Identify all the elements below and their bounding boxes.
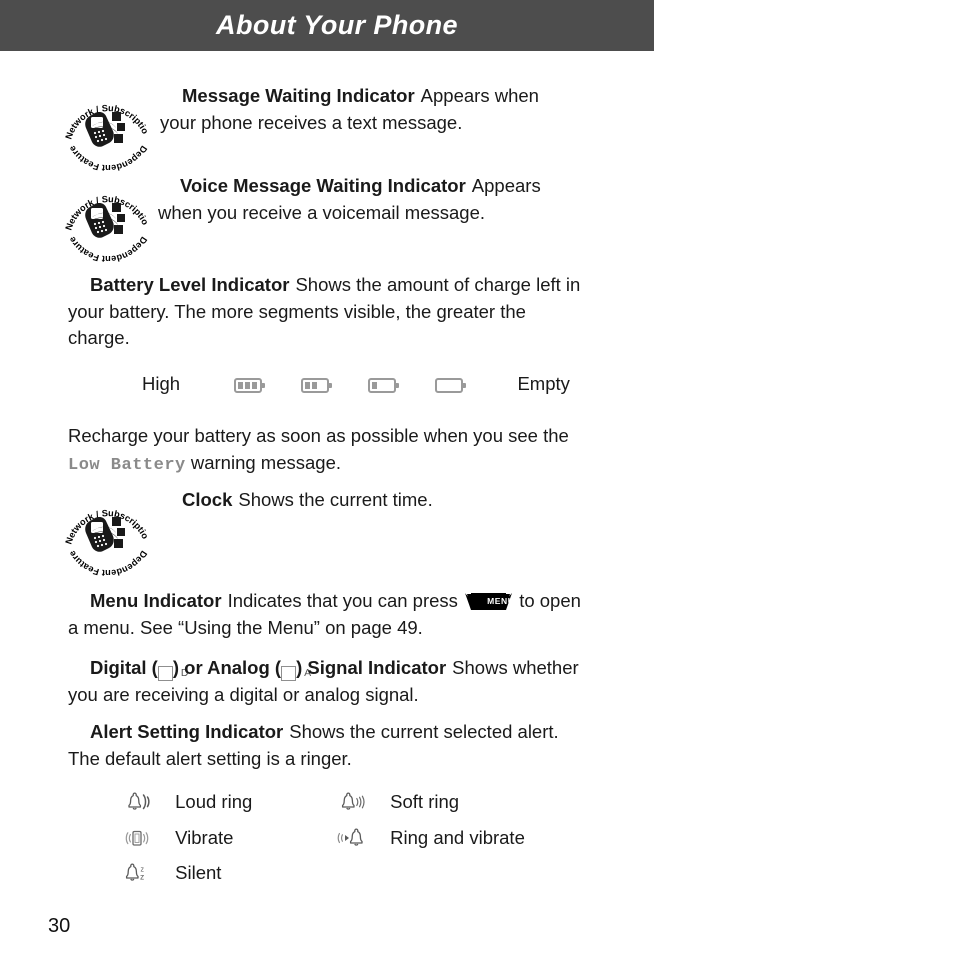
- entry-battery-level-term: Battery Level Indicator: [90, 274, 290, 295]
- battery-icon-low: [367, 377, 399, 393]
- bell-silent-icon: z z: [120, 862, 154, 884]
- entry-voice-message-waiting: Voice Message Waiting Indicator Appears w…: [158, 173, 566, 226]
- alert-list-item-soft-ring: Soft ring: [335, 791, 459, 813]
- svg-text:Dependent Feature: Dependent Feature: [67, 235, 149, 264]
- ring-and-vibrate-icon: [335, 827, 369, 849]
- battery-icon-empty: [435, 377, 467, 393]
- alert-list-item-vibrate-label: Vibrate: [175, 827, 234, 848]
- entry-menu-indicator-term: Menu Indicator: [90, 590, 222, 611]
- alert-list-item-vibrate: Vibrate: [120, 827, 233, 849]
- entry-alert-setting: Alert Setting Indicator Shows the current…: [68, 719, 588, 772]
- entry-clock-term: Clock: [182, 489, 233, 510]
- svg-text:Dependent Feature: Dependent Feature: [67, 549, 149, 578]
- menu-key-label: MENU: [487, 596, 515, 606]
- svg-text:z: z: [140, 872, 144, 882]
- battery-scale-empty-label: Empty: [517, 373, 570, 394]
- entry-clock-desc: Shows the current time.: [238, 489, 433, 510]
- alert-list-item-loud-ring-label: Loud ring: [175, 791, 253, 812]
- low-battery-warning-text: Low Battery: [68, 455, 186, 475]
- battery-icon-high: [234, 377, 266, 393]
- battery-scale-high-label: High: [142, 373, 181, 394]
- entry-alert-setting-term: Alert Setting Indicator: [90, 721, 284, 742]
- entry-signal-indicator-term-part2: ) or Analog (: [172, 657, 282, 678]
- battery-icon-medium: [300, 377, 332, 393]
- menu-key-icon: MENU: [465, 593, 515, 610]
- entry-clock: Clock Shows the current time.: [160, 487, 565, 514]
- network-subscription-badge-clock: Network / Subscription Dependent Feature: [62, 492, 154, 584]
- page-title: About Your Phone: [216, 10, 458, 40]
- entry-menu-indicator: Menu Indicator Indicates that you can pre…: [68, 588, 590, 641]
- entry-voice-message-waiting-term: Voice Message Waiting Indicator: [180, 175, 466, 196]
- analog-signal-glyph-icon: A: [281, 666, 311, 681]
- bell-loud-ring-icon: [120, 791, 154, 813]
- entry-message-waiting: Message Waiting Indicator Appears when yo…: [160, 83, 565, 136]
- alert-list-item-ring-and-vibrate-label: Ring and vibrate: [390, 827, 525, 848]
- entry-battery-level: Battery Level Indicator Shows the amount …: [68, 272, 583, 352]
- digital-signal-glyph-icon: D: [157, 666, 188, 681]
- entry-signal-indicator: Digital (D) or Analog (A) Signal Indicat…: [68, 655, 588, 708]
- entry-signal-indicator-term-part1: Digital (: [90, 657, 158, 678]
- page-content: Network / Subscription Dependent Feature: [0, 51, 954, 954]
- alert-list-item-silent-label: Silent: [175, 862, 222, 883]
- alert-list-item-loud-ring: Loud ring: [120, 791, 252, 813]
- alert-list-item-silent: z z Silent: [120, 862, 221, 884]
- network-subscription-badge-message-waiting: Network / Subscription Dependent Feature: [62, 87, 154, 179]
- page-header-bar: About Your Phone: [0, 0, 654, 51]
- recharge-note-text-before: Recharge your battery as soon as possibl…: [68, 425, 569, 446]
- battery-scale-row: High Empty: [142, 373, 570, 395]
- entry-menu-indicator-desc-before: Indicates that you can press: [227, 590, 458, 611]
- recharge-note: Recharge your battery as soon as possibl…: [68, 423, 588, 479]
- alert-list-item-soft-ring-label: Soft ring: [390, 791, 460, 812]
- phone-vibrate-icon: [120, 827, 154, 849]
- page-number: 30: [48, 915, 71, 937]
- network-subscription-badge-voice-message-waiting: Network / Subscription Dependent Feature: [62, 178, 154, 270]
- alert-list-item-ring-and-vibrate: Ring and vibrate: [335, 827, 525, 849]
- entry-signal-indicator-term-part3: ) Signal Indicator: [296, 657, 447, 678]
- bell-soft-ring-icon: [335, 791, 369, 813]
- svg-text:Dependent Feature: Dependent Feature: [67, 144, 149, 173]
- recharge-note-text-after: warning message.: [190, 451, 341, 473]
- entry-message-waiting-term: Message Waiting Indicator: [182, 85, 415, 106]
